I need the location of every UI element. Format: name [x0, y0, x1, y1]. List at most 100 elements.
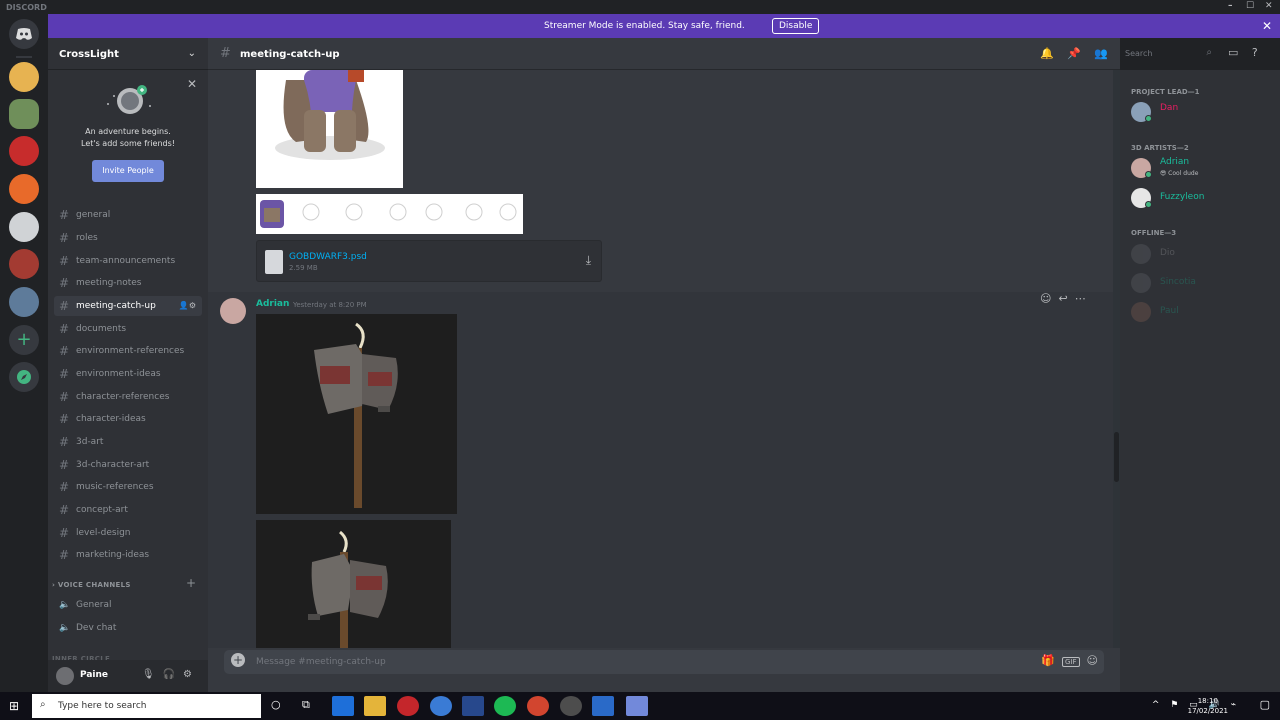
- voice-category-label[interactable]: › VOICE CHANNELS: [52, 581, 131, 589]
- voice-channel-general[interactable]: 🔈 General: [54, 595, 202, 615]
- gift-icon[interactable]: 🎁: [1041, 654, 1055, 667]
- add-reaction-icon[interactable]: ☺: [1040, 292, 1051, 305]
- channel-character-references[interactable]: # character-references: [54, 387, 202, 407]
- channel-level-design[interactable]: # level-design: [54, 523, 202, 543]
- server-header[interactable]: CrossLight ⌄: [48, 38, 208, 70]
- app-icon-dark-blue[interactable]: [592, 696, 614, 716]
- gif-button[interactable]: GIF: [1062, 657, 1080, 667]
- notifications-icon[interactable]: ▢: [1260, 698, 1270, 711]
- member-offline-1[interactable]: Dio: [1131, 242, 1271, 266]
- add-voice-channel-icon[interactable]: +: [186, 576, 196, 590]
- minimize-button[interactable]: –: [1228, 1, 1233, 11]
- axe-model-image-1[interactable]: [256, 314, 457, 514]
- inbox-icon[interactable]: ▭: [1228, 46, 1238, 59]
- edge-icon[interactable]: [332, 696, 354, 716]
- scroll-thumb[interactable]: [1114, 432, 1119, 482]
- notification-bell-icon[interactable]: 🔔: [1040, 47, 1054, 60]
- microphone-icon[interactable]: 🎙: [142, 669, 163, 680]
- channel-sidebar: CrossLight ⌄ ✕ An adventure begins. Let'…: [48, 38, 208, 692]
- channel-marketing-ideas[interactable]: # marketing-ideas: [54, 545, 202, 565]
- home-button[interactable]: [9, 19, 39, 49]
- discord-taskbar-icon[interactable]: [626, 696, 648, 716]
- more-options-icon[interactable]: ⋯: [1075, 292, 1086, 305]
- message-author[interactable]: Adrian: [256, 299, 289, 309]
- hash-icon: #: [59, 548, 70, 562]
- taskbar-clock[interactable]: 18:10 17/02/2021: [1188, 696, 1228, 716]
- clock-date: 17/02/2021: [1187, 707, 1228, 715]
- channel-general[interactable]: # general: [54, 205, 202, 225]
- close-icon[interactable]: ✕: [187, 77, 197, 91]
- avatar[interactable]: [56, 667, 74, 685]
- windows-start-icon[interactable]: ⊞: [9, 699, 23, 713]
- message-timestamp: Yesterday at 8:20 PM: [293, 301, 367, 309]
- user-controls: 🎙🎧⚙: [142, 669, 200, 680]
- upload-plus-icon[interactable]: +: [231, 653, 245, 667]
- disable-streamer-button[interactable]: Disable: [772, 18, 820, 34]
- task-view-icon[interactable]: ⧉: [302, 698, 310, 712]
- voice-channel-dev-chat[interactable]: 🔈 Dev chat: [54, 618, 202, 638]
- member-adrian[interactable]: Adrian 😎 Cool dude: [1131, 156, 1271, 180]
- member-offline-3[interactable]: Paul: [1131, 300, 1271, 324]
- spotify-icon[interactable]: [494, 696, 516, 716]
- server-icon-4[interactable]: [9, 174, 39, 204]
- file-icon: [265, 250, 283, 274]
- reply-icon[interactable]: ↩: [1058, 292, 1067, 305]
- app-icon-grey[interactable]: [560, 696, 582, 716]
- member-fuzzyleon[interactable]: Fuzzyleon: [1131, 186, 1271, 210]
- channel-label: environment-ideas: [76, 369, 161, 379]
- channel-meeting-notes[interactable]: # meeting-notes: [54, 273, 202, 293]
- member-dan[interactable]: Dan: [1131, 100, 1271, 124]
- channel-music-references[interactable]: # music-references: [54, 477, 202, 497]
- channel-label: character-ideas: [76, 414, 146, 424]
- search-box[interactable]: Search ⌕: [1120, 46, 1216, 62]
- emoji-icon[interactable]: ☺: [1087, 654, 1098, 667]
- channel-label: environment-references: [76, 346, 185, 356]
- chat-scrollbar[interactable]: [1113, 70, 1120, 648]
- chrome-icon-1[interactable]: [430, 696, 452, 716]
- app-icon-red[interactable]: [397, 696, 419, 716]
- close-window-button[interactable]: ✕: [1265, 1, 1273, 11]
- channel-3d-character-art[interactable]: #3d-character-art: [54, 455, 202, 475]
- cortana-icon[interactable]: ○: [271, 698, 281, 711]
- server-icon-crosslight[interactable]: [9, 99, 39, 129]
- member-group-title: PROJECT LEAD—1: [1131, 88, 1200, 96]
- help-icon[interactable]: ?: [1252, 46, 1258, 59]
- server-icon-6[interactable]: [9, 249, 39, 279]
- channel-meeting-catch-up[interactable]: # meeting-catch-up 👤⚙: [54, 296, 202, 316]
- maximize-button[interactable]: ☐: [1246, 1, 1254, 11]
- invite-people-button[interactable]: Invite People: [92, 160, 164, 182]
- channel-documents[interactable]: # documents: [54, 319, 202, 339]
- member-offline-2[interactable]: Sincotia: [1131, 271, 1271, 295]
- file-name-link[interactable]: GOBDWARF3.psd: [289, 252, 367, 262]
- avatar[interactable]: [220, 298, 246, 324]
- dwarf-image-attachment[interactable]: [256, 70, 403, 188]
- message-input[interactable]: [256, 650, 1016, 674]
- online-status-icon: [1145, 171, 1152, 178]
- channel-concept-art[interactable]: # concept-art: [54, 500, 202, 520]
- headphones-icon[interactable]: 🎧: [163, 669, 183, 680]
- add-server-icon[interactable]: +: [9, 325, 39, 355]
- gear-icon[interactable]: ⚙: [183, 669, 200, 680]
- explore-servers-icon[interactable]: [9, 362, 39, 392]
- server-icon-7[interactable]: [9, 287, 39, 317]
- channel-3d-art[interactable]: #3d-art: [54, 432, 202, 452]
- channel-character-ideas[interactable]: # character-ideas: [54, 409, 202, 429]
- app-icon-blue[interactable]: [462, 696, 484, 716]
- server-icon-3[interactable]: [9, 136, 39, 166]
- file-explorer-icon[interactable]: [364, 696, 386, 716]
- member-list-icon[interactable]: 👥: [1094, 47, 1108, 60]
- channel-environment-ideas[interactable]: # environment-ideas: [54, 364, 202, 384]
- sprite-sheet-attachment[interactable]: [256, 194, 523, 234]
- taskbar-search[interactable]: ⌕ Type here to search: [32, 694, 261, 718]
- channel-environment-references[interactable]: # environment-references: [54, 341, 202, 361]
- chrome-icon-2[interactable]: [527, 696, 549, 716]
- channel-roles[interactable]: # roles: [54, 228, 202, 248]
- axe-model-image-2[interactable]: [256, 520, 451, 648]
- server-icon-1[interactable]: [9, 62, 39, 92]
- pin-icon[interactable]: 📌: [1067, 47, 1081, 60]
- banner-close-icon[interactable]: ✕: [1262, 19, 1272, 33]
- download-icon[interactable]: ⤓: [586, 253, 591, 268]
- channel-settings-icons[interactable]: 👤⚙: [179, 301, 196, 310]
- server-icon-5[interactable]: [9, 212, 39, 242]
- channel-team-announcements[interactable]: # team-announcements: [54, 251, 202, 271]
